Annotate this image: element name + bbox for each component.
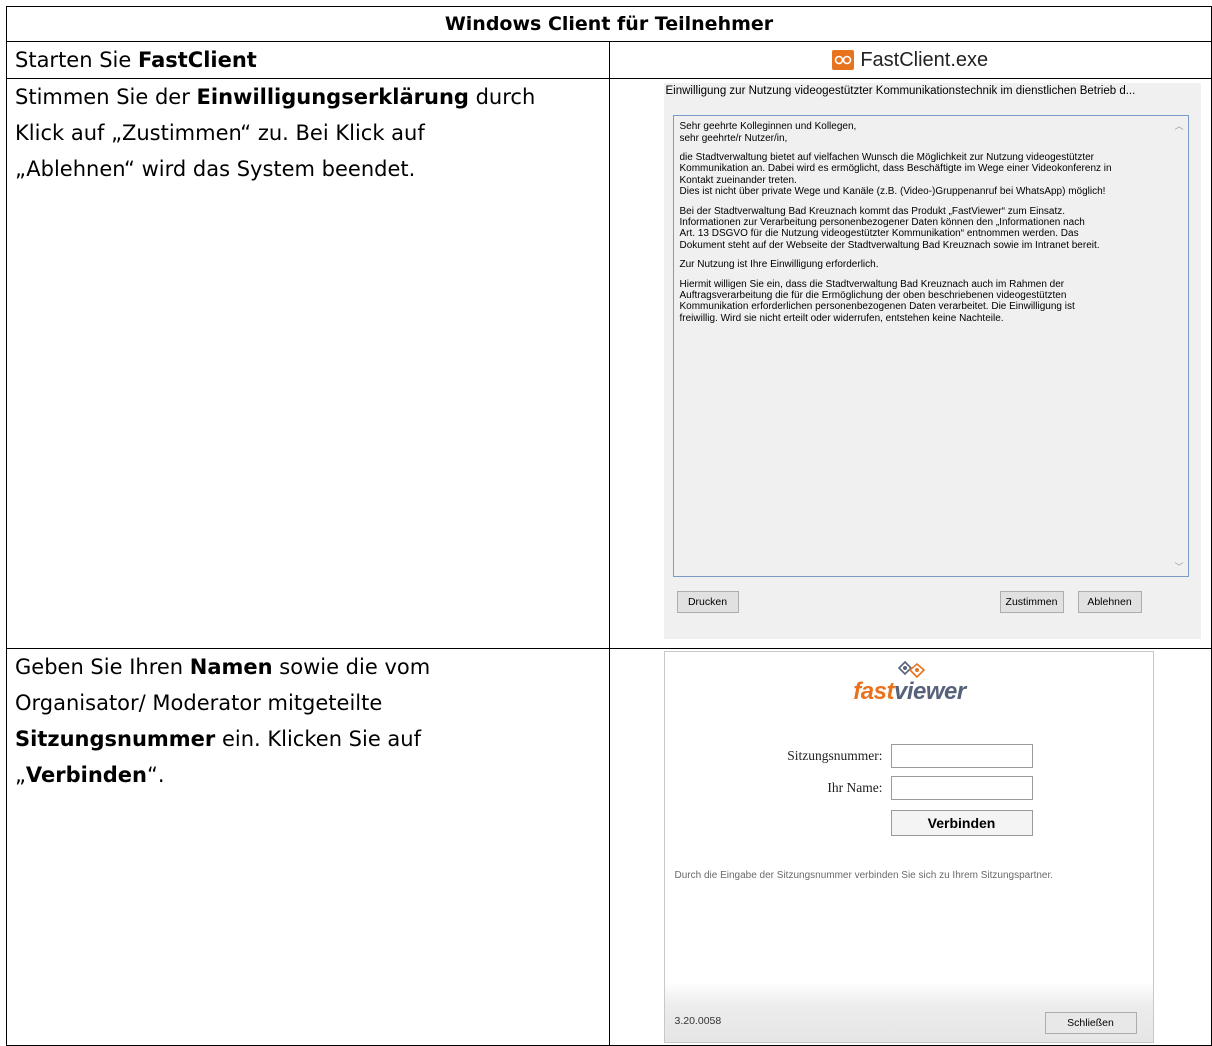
document-page: Windows Client für Teilnehmer Starten Si… bbox=[0, 0, 1212, 1046]
step3-text-d: Sitzungsnummer bbox=[15, 726, 216, 751]
step3-instruction: Geben Sie Ihren Namen sowie die vom Orga… bbox=[6, 647, 610, 1046]
fastviewer-window: fastviewer Sitzungsnummer: Ihr Name: Ver… bbox=[663, 650, 1155, 1043]
agree-button[interactable]: Zustimmen bbox=[999, 591, 1064, 614]
exe-label: FastClient.exe bbox=[860, 48, 989, 71]
fastviewer-logo-icon bbox=[832, 50, 855, 71]
session-input[interactable] bbox=[890, 743, 1033, 768]
connect-hint: Durch die Eingabe der Sitzungsnummer ver… bbox=[674, 869, 1054, 881]
close-button[interactable]: Schließen bbox=[1044, 1011, 1137, 1034]
scroll-down-icon[interactable]: ﹀ bbox=[1174, 560, 1183, 573]
name-label: Ihr Name: bbox=[827, 779, 883, 795]
step3-text-g: “. bbox=[147, 762, 165, 787]
consent-window-title: Einwilligung zur Nutzung videogestützter… bbox=[665, 85, 1136, 98]
step1-text-pre: Starten Sie bbox=[15, 48, 138, 73]
step2-text-pre: Stimmen Sie der bbox=[15, 85, 197, 110]
step3-text-f: Verbinden bbox=[25, 762, 147, 787]
consent-text-box[interactable]: Sehr geehrte Kolleginnen und Kollegen, s… bbox=[672, 115, 1189, 578]
connect-button[interactable]: Verbinden bbox=[890, 809, 1033, 836]
exe-file[interactable]: FastClient.exe bbox=[610, 42, 1212, 78]
decline-button[interactable]: Ablehnen bbox=[1077, 591, 1142, 614]
window-footer: 3.20.0058 Schließen bbox=[664, 981, 1153, 1042]
step2-visual: Einwilligung zur Nutzung videogestützter… bbox=[608, 78, 1212, 649]
table-title: Windows Client für Teilnehmer bbox=[6, 5, 1212, 43]
logo-viewer: viewer bbox=[893, 677, 966, 705]
table-row: Starten Sie FastClient FastClient.exe bbox=[6, 41, 1212, 80]
consent-paragraph: die Stadtverwaltung bietet auf vielfache… bbox=[679, 152, 1112, 198]
print-button[interactable]: Drucken bbox=[676, 591, 739, 614]
consent-paragraph: Hiermit willigen Sie ein, dass die Stadt… bbox=[679, 278, 1075, 324]
consent-paragraph: Zur Nutzung ist Ihre Einwilligung erford… bbox=[679, 259, 879, 271]
step1-text-bold: FastClient bbox=[137, 48, 257, 73]
name-input[interactable] bbox=[890, 775, 1033, 800]
version-label: 3.20.0058 bbox=[674, 1014, 722, 1027]
step3-text: Geben Sie Ihren Namen sowie die vom Orga… bbox=[15, 649, 601, 793]
consent-paragraph: Bei der Stadtverwaltung Bad Kreuznach ko… bbox=[679, 205, 1100, 251]
instruction-table: Windows Client für Teilnehmer Starten Si… bbox=[6, 5, 1212, 1046]
consent-paragraph: Sehr geehrte Kolleginnen und Kollegen, s… bbox=[679, 121, 857, 144]
step3-text-b: Namen bbox=[189, 654, 273, 679]
consent-window: Einwilligung zur Nutzung videogestützter… bbox=[663, 83, 1201, 640]
logo-fast: fast bbox=[853, 677, 894, 705]
step1-visual: FastClient.exe bbox=[608, 41, 1212, 80]
step3-visual: fastviewer Sitzungsnummer: Ihr Name: Ver… bbox=[608, 647, 1212, 1046]
step2-text: Stimmen Sie der Einwilligungserklärung d… bbox=[15, 79, 601, 187]
scroll-up-icon[interactable]: ︿ bbox=[1174, 119, 1183, 132]
session-label: Sitzungsnummer: bbox=[787, 747, 883, 763]
step1-instruction: Starten Sie FastClient bbox=[6, 41, 610, 80]
step2-text-bold: Einwilligungserklärung bbox=[196, 85, 469, 110]
table-row: Geben Sie Ihren Namen sowie die vom Orga… bbox=[6, 647, 1212, 1046]
step2-instruction: Stimmen Sie der Einwilligungserklärung d… bbox=[6, 78, 610, 649]
step3-text-a: Geben Sie Ihren bbox=[15, 654, 190, 679]
fastviewer-wordmark: fastviewer bbox=[665, 678, 1155, 706]
fastviewer-logo: fastviewer bbox=[665, 656, 1155, 716]
table-row: Stimmen Sie der Einwilligungserklärung d… bbox=[6, 78, 1212, 649]
